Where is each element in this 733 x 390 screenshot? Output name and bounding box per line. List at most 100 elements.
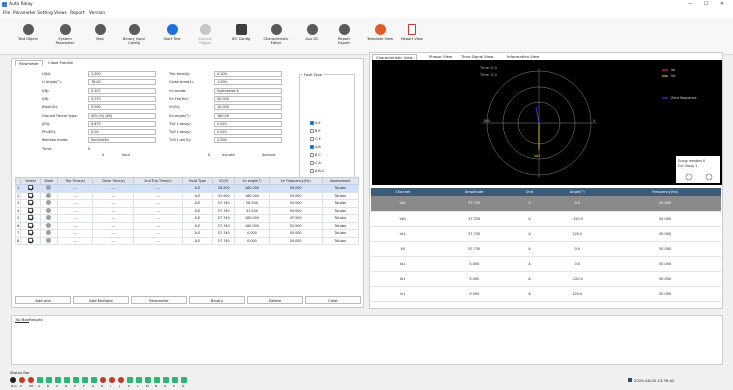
select-checkbox[interactable]	[28, 237, 34, 243]
grid-cell[interactable]: ---	[56, 214, 94, 223]
manual-trigger-button[interactable]: Manual Trigger	[189, 24, 221, 54]
grid-cell[interactable]: 180.000	[234, 184, 270, 193]
grid-header[interactable]: Fault Type	[181, 177, 214, 185]
select-cell[interactable]	[20, 214, 41, 223]
table-row[interactable]: 1 --- --- --- A-E 28.500 180.000 50.000 ToLabs	[14, 184, 360, 193]
grid-cell[interactable]: 50.000	[268, 199, 323, 208]
grid-header[interactable]: Close Time(s)	[92, 177, 135, 185]
grid-cell[interactable]: ---	[92, 229, 135, 238]
grid-cell[interactable]: 57.740	[212, 214, 236, 223]
grid-cell[interactable]: ---	[92, 199, 135, 208]
grid-cell[interactable]: 180.000	[234, 191, 270, 200]
param-field[interactable]: 0.00	[88, 129, 156, 136]
grid-cell[interactable]: ---	[133, 191, 183, 200]
param-field[interactable]: 1.000	[88, 71, 156, 77]
table-row[interactable]: 2 --- --- --- A-E 31.500 180.000 50.000 ToLabs	[14, 191, 360, 200]
select-cell[interactable]	[20, 236, 41, 245]
grid-cell[interactable]: 180.000	[234, 221, 270, 230]
binary-button[interactable]: Binary	[189, 296, 245, 304]
grid-cell[interactable]: A-E	[181, 191, 214, 200]
param-field[interactable]: 0.207	[88, 87, 156, 94]
select-checkbox[interactable]	[28, 230, 34, 236]
table-row[interactable]: 4 --- --- --- A-E 57.740 31.500 50.000 ToLabs	[14, 206, 360, 215]
grid-cell[interactable]: ---	[133, 206, 183, 215]
menu-report[interactable]: Report	[70, 11, 85, 16]
table-row[interactable]: 7 --- --- --- A-E 57.740 0.000 50.000 ToLabs	[14, 229, 360, 238]
grid-cell[interactable]: 57.740	[212, 229, 236, 238]
param-field[interactable]: 180.00	[214, 112, 282, 119]
grid-cell[interactable]: A-E	[181, 236, 214, 245]
fault-type-option[interactable]: C-E	[310, 137, 321, 141]
menu-version[interactable]: Version	[89, 11, 105, 16]
param-field[interactable]: 0.070	[88, 95, 156, 102]
grid-cell[interactable]: ---	[133, 184, 183, 193]
add-multiple-button[interactable]: Add Multiple	[73, 296, 129, 304]
grid-cell[interactable]: 50.000	[268, 236, 323, 245]
grid-cell[interactable]: ToLabs	[321, 229, 360, 238]
grid-header[interactable]: Select	[20, 177, 41, 185]
grid-cell[interactable]: ToLabs	[321, 199, 360, 208]
grid-cell[interactable]: ToLabs	[321, 184, 360, 193]
grid-cell[interactable]: ---	[56, 191, 94, 200]
grid-cell[interactable]: ---	[56, 236, 94, 245]
grid-cell[interactable]: ToLabs	[321, 236, 360, 245]
param-field[interactable]: 50.000	[214, 95, 282, 102]
grid-cell[interactable]: 31.500	[212, 191, 236, 200]
grid-cell[interactable]: ---	[92, 206, 135, 215]
menu-parameter-setting[interactable]: Parameter Setting	[13, 11, 53, 16]
grid-cell[interactable]: A-E	[181, 184, 214, 193]
grid-cell[interactable]: ToLabs	[321, 214, 360, 223]
phasor-row[interactable]: Ib1 0.000 A -120.0 50.000	[371, 271, 721, 287]
grid-cell[interactable]: ---	[56, 221, 94, 230]
maximize-button[interactable]: ☐	[700, 1, 712, 8]
grid-cell[interactable]: ---	[92, 214, 135, 223]
system-parameter-button[interactable]: System Parameter	[49, 24, 81, 54]
grid-cell[interactable]: 0.000	[234, 229, 270, 238]
fault-type-option[interactable]: A-E	[310, 121, 321, 125]
fault-type-option[interactable]: B-C	[310, 153, 321, 157]
tab-phasor-view[interactable]: Phasor View	[426, 54, 455, 59]
grid-cell[interactable]: ---	[92, 191, 135, 200]
test-object-button[interactable]: Test Object	[12, 24, 44, 54]
close-button[interactable]: ✕	[716, 1, 728, 8]
grid-header[interactable]: Assessment	[321, 177, 360, 185]
grid-cell[interactable]: 50.000	[268, 206, 323, 215]
select-checkbox[interactable]	[28, 215, 34, 221]
grid-cell[interactable]: 0.000	[234, 236, 270, 245]
grid-cell[interactable]: ---	[92, 221, 135, 230]
grid-cell[interactable]: 50.000	[268, 229, 323, 238]
popup-next-button[interactable]	[705, 173, 713, 181]
select-cell[interactable]	[20, 199, 41, 208]
map-button[interactable]: Map	[84, 24, 116, 54]
report-view-button[interactable]: Report View	[396, 24, 428, 54]
grid-cell[interactable]: A-E	[181, 214, 214, 223]
grid-cell[interactable]: 28.500	[234, 199, 270, 208]
grid-cell[interactable]: ---	[92, 184, 135, 193]
tab-parameter[interactable]: Parameter	[15, 60, 43, 66]
tab-time-signal-view[interactable]: Time Signal View	[458, 54, 496, 59]
grid-header[interactable]: Trip Time(s)	[56, 177, 94, 185]
select-cell[interactable]	[20, 191, 41, 200]
parameter-button[interactable]: Parameter	[131, 296, 187, 304]
grid-cell[interactable]: ---	[133, 236, 183, 245]
grid-cell[interactable]: A-E	[181, 206, 214, 215]
start-test-button[interactable]: Start Test	[156, 24, 188, 54]
grid-cell[interactable]: 31.500	[234, 206, 270, 215]
select-checkbox[interactable]	[28, 200, 34, 206]
iec-config-button[interactable]: IEC Config	[225, 24, 257, 54]
phasor-row[interactable]: Va1 57.735 V 0.0 50.000	[371, 196, 721, 212]
grid-cell[interactable]: ---	[56, 229, 94, 238]
grid-cell[interactable]: 57.740	[212, 236, 236, 245]
phasor-scope[interactable]: Time: 0.0 Time: 0.0 180 0 Va1 Va Vb Zero…	[372, 60, 722, 185]
fault-type-option[interactable]: A-B-C	[310, 169, 324, 173]
grid-cell[interactable]: ---	[133, 199, 183, 208]
table-row[interactable]: 3 --- --- --- A-E 57.740 28.500 50.000 ToLabs	[14, 199, 360, 208]
grid-cell[interactable]: ToLabs	[321, 191, 360, 200]
grid-cell[interactable]: ---	[56, 199, 94, 208]
select-cell[interactable]	[20, 221, 41, 230]
phasor-row[interactable]: V0 57.735 V 0.0 50.000	[371, 241, 721, 257]
param-field[interactable]: Synthesize A	[214, 87, 282, 94]
aux-dc-button[interactable]: Aux DC	[296, 24, 328, 54]
phasor-row[interactable]: Vb1 57.735 V -120.0 50.000	[371, 211, 721, 227]
grid-cell[interactable]: ---	[133, 229, 183, 238]
